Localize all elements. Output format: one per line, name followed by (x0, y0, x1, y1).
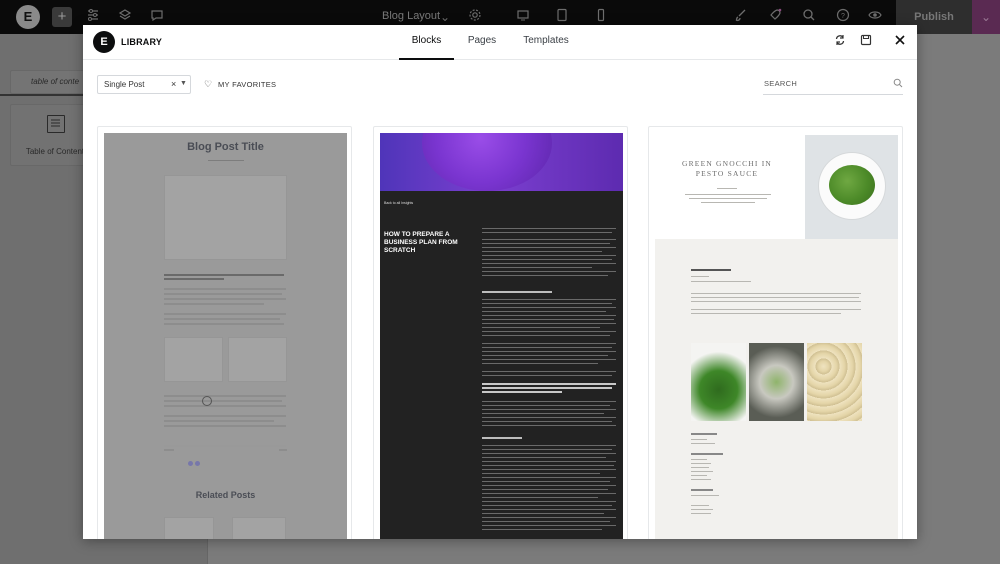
category-filter-select[interactable]: Single Post (97, 75, 191, 94)
template-title: Blog Post Title (187, 141, 264, 153)
rocket-icon[interactable] (766, 8, 784, 26)
template-preview: GREEN GNOCCHI IN PESTO SAUCE (655, 133, 898, 539)
settings-icon[interactable] (466, 8, 484, 26)
image-placeholder (164, 517, 214, 539)
image-placeholder (232, 517, 286, 539)
library-title: LIBRARY (121, 37, 163, 47)
tablet-icon[interactable] (553, 8, 571, 26)
elementor-logo-icon: E (93, 31, 115, 53)
template-library-modal: E LIBRARY Blocks Pages Templates Single … (83, 25, 917, 539)
save-icon[interactable] (858, 34, 874, 50)
ingredient-photo (749, 343, 804, 421)
template-card-business-plan[interactable]: Back to all Insights HOW TO PREPARE A BU… (373, 126, 628, 539)
image-placeholder (164, 337, 223, 382)
chevron-down-icon[interactable]: ⌄ (436, 8, 454, 26)
eye-icon[interactable] (866, 8, 884, 26)
image-placeholder (228, 337, 287, 382)
library-header: E LIBRARY Blocks Pages Templates (83, 25, 917, 60)
library-search-input[interactable]: SEARCH (763, 78, 903, 95)
help-icon[interactable]: ? (834, 8, 852, 26)
template-preview: Back to all Insights HOW TO PREPARE A BU… (380, 133, 623, 539)
layers-icon[interactable] (116, 8, 134, 26)
desktop-icon[interactable] (514, 8, 532, 26)
dish-photo (805, 135, 898, 239)
tab-templates[interactable]: Templates (517, 25, 575, 60)
heart-icon[interactable]: ♡ (204, 79, 212, 90)
ingredient-photo (807, 343, 862, 421)
elementor-logo-icon[interactable]: E (16, 5, 40, 29)
comments-icon[interactable] (148, 8, 166, 26)
tab-pages[interactable]: Pages (461, 25, 503, 60)
caret-down-icon[interactable]: ▼ (180, 80, 187, 87)
template-card-blog-post[interactable]: Blog Post Title Related Posts (97, 126, 352, 539)
template-title: GREEN GNOCCHI IN PESTO SAUCE (681, 159, 773, 178)
image-placeholder (164, 175, 287, 260)
search-icon (893, 78, 903, 91)
ingredient-photo (691, 343, 746, 421)
back-link: Back to all Insights (384, 201, 414, 205)
svg-text:?: ? (841, 13, 845, 20)
document-title[interactable]: Blog Layout (382, 10, 440, 22)
publish-options-chevron-icon[interactable]: ⌄ (972, 0, 1000, 34)
search-icon[interactable] (800, 8, 818, 26)
sliders-icon[interactable] (84, 8, 102, 26)
template-preview: Blog Post Title Related Posts (104, 133, 347, 539)
template-card-recipe[interactable]: GREEN GNOCCHI IN PESTO SAUCE (648, 126, 903, 539)
sync-icon[interactable] (832, 34, 848, 50)
hero-image (380, 133, 623, 191)
my-favorites-toggle[interactable]: MY FAVORITES (218, 80, 276, 89)
mobile-icon[interactable] (592, 8, 610, 26)
tab-blocks[interactable]: Blocks (399, 25, 454, 60)
related-posts-heading: Related Posts (195, 490, 256, 500)
table-of-content-icon (47, 115, 65, 133)
brush-icon[interactable] (732, 8, 750, 26)
template-title: HOW TO PREPARE A BUSINESS PLAN FROM SCRA… (384, 231, 458, 254)
add-element-button[interactable]: + (52, 7, 72, 27)
close-icon[interactable] (892, 34, 908, 50)
clear-filter-icon[interactable]: × (171, 79, 176, 89)
